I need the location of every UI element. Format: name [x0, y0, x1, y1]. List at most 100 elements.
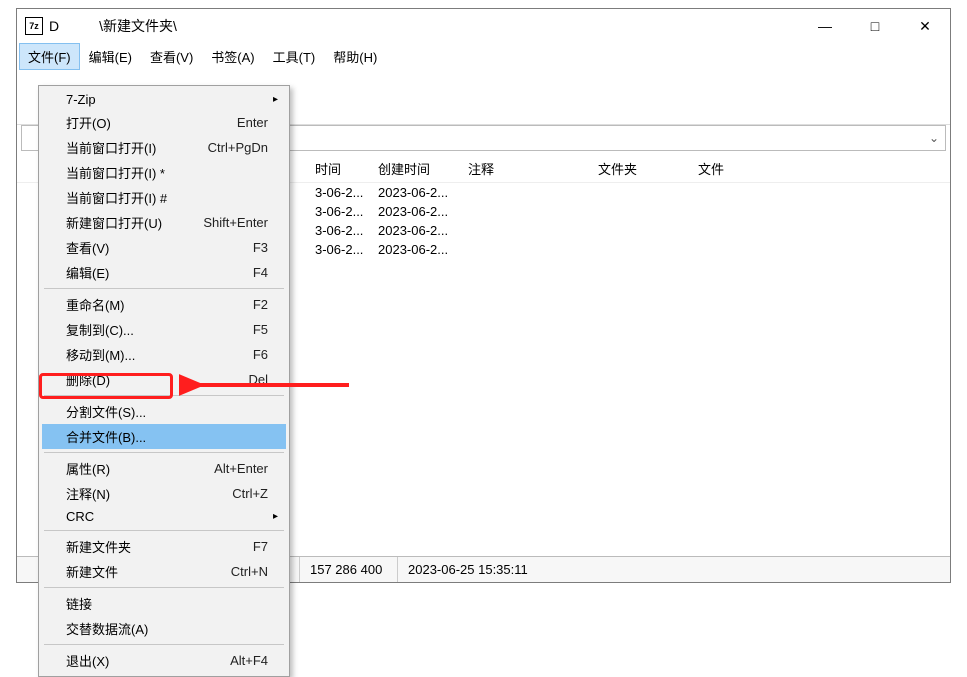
menu-item-label: 打开(O)	[66, 113, 111, 132]
menu-item-label: 交替数据流(A)	[66, 619, 148, 638]
file-menu-item[interactable]: 交替数据流(A)	[42, 616, 286, 641]
menu-item-shortcut: Ctrl+N	[231, 564, 268, 579]
menubar-item-1[interactable]: 编辑(E)	[80, 43, 141, 70]
status-size: 157 286 400	[300, 557, 398, 582]
menu-item-shortcut: Ctrl+Z	[232, 486, 268, 501]
file-menu-dropdown[interactable]: 7-Zip▸打开(O)Enter当前窗口打开(I)Ctrl+PgDn当前窗口打开…	[38, 85, 290, 677]
window-title: D \新建文件夹\	[49, 16, 800, 36]
file-menu-item[interactable]: 新建窗口打开(U) Shift+Enter	[42, 210, 286, 235]
menu-separator	[44, 288, 284, 289]
menu-item-shortcut: F5	[253, 322, 268, 337]
menu-item-shortcut: Alt+Enter	[214, 461, 268, 476]
title-redacted	[59, 19, 99, 31]
col-folders[interactable]: 文件夹	[590, 159, 690, 178]
menubar-item-0[interactable]: 文件(F)	[19, 43, 80, 70]
menubar-item-2[interactable]: 查看(V)	[141, 43, 202, 70]
menubar: 文件(F)编辑(E)查看(V)书签(A)工具(T)帮助(H)	[17, 43, 950, 70]
menu-item-label: 7-Zip	[66, 92, 96, 107]
cell-modified: 3-06-2...	[307, 204, 370, 219]
cell-created: 2023-06-2...	[370, 223, 460, 238]
file-menu-item[interactable]: 新建文件 Ctrl+N	[42, 559, 286, 584]
menu-separator	[44, 530, 284, 531]
cell-modified: 3-06-2...	[307, 242, 370, 257]
file-menu-item[interactable]: 注释(N) Ctrl+Z	[42, 481, 286, 506]
menu-item-label: 分割文件(S)...	[66, 402, 146, 421]
file-menu-item[interactable]: CRC ▸	[42, 506, 286, 527]
col-created[interactable]: 创建时间	[370, 159, 460, 178]
menu-item-shortcut: Del	[248, 372, 268, 387]
title-folder: \新建文件夹\	[99, 18, 177, 34]
minimize-button[interactable]: —	[800, 9, 850, 43]
menu-item-shortcut: Shift+Enter	[203, 215, 268, 230]
menu-item-label: 移动到(M)...	[66, 345, 135, 364]
file-menu-item[interactable]: 分割文件(S)...	[42, 399, 286, 424]
close-button[interactable]: ✕	[900, 9, 950, 43]
file-menu-item[interactable]: 重命名(M) F2	[42, 292, 286, 317]
titlebar: 7z D \新建文件夹\ — □ ✕	[17, 9, 950, 43]
menu-item-label: 退出(X)	[66, 651, 109, 670]
menu-item-shortcut: F4	[253, 265, 268, 280]
table-row[interactable]: 3-06-2...2023-06-2...	[307, 221, 950, 240]
menu-separator	[44, 587, 284, 588]
col-files[interactable]: 文件	[690, 159, 790, 178]
file-menu-item[interactable]: 属性(R)Alt+Enter	[42, 456, 286, 481]
menu-item-shortcut: Enter	[237, 115, 268, 130]
table-row[interactable]: 3-06-2...2023-06-2...	[307, 202, 950, 221]
menu-item-label: 复制到(C)...	[66, 320, 134, 339]
menu-item-shortcut: F2	[253, 297, 268, 312]
file-menu-item[interactable]: 当前窗口打开(I) #	[42, 185, 286, 210]
menu-item-label: CRC	[66, 509, 94, 524]
cell-modified: 3-06-2...	[307, 223, 370, 238]
cell-created: 2023-06-2...	[370, 242, 460, 257]
chevron-right-icon: ▸	[273, 94, 278, 105]
menu-item-label: 当前窗口打开(I) #	[66, 188, 167, 207]
file-menu-item[interactable]: 7-Zip ▸	[42, 89, 286, 110]
file-menu-item[interactable]: 退出(X) Alt+F4	[42, 648, 286, 673]
chevron-right-icon: ▸	[273, 511, 278, 522]
menu-item-label: 当前窗口打开(I)	[66, 138, 156, 157]
app-icon: 7z	[25, 17, 43, 35]
menu-item-label: 删除(D)	[66, 370, 110, 389]
menu-item-label: 新建窗口打开(U)	[66, 213, 162, 232]
file-menu-item[interactable]: 当前窗口打开(I) *	[42, 160, 286, 185]
cell-created: 2023-06-2...	[370, 185, 460, 200]
file-menu-item[interactable]: 当前窗口打开(I) Ctrl+PgDn	[42, 135, 286, 160]
menu-item-label: 新建文件	[66, 562, 118, 581]
menu-item-label: 当前窗口打开(I) *	[66, 163, 165, 182]
menu-item-label: 新建文件夹	[66, 537, 131, 556]
title-drive: D	[49, 18, 59, 34]
file-menu-item[interactable]: 查看(V)F3	[42, 235, 286, 260]
menu-separator	[44, 395, 284, 396]
col-comment[interactable]: 注释	[460, 159, 590, 178]
menu-item-shortcut: Ctrl+PgDn	[208, 140, 268, 155]
file-menu-item[interactable]: 合并文件(B)...	[42, 424, 286, 449]
file-menu-item[interactable]: 打开(O) Enter	[42, 110, 286, 135]
col-modified[interactable]: 时间	[307, 159, 370, 178]
maximize-button[interactable]: □	[850, 9, 900, 43]
menu-item-label: 链接	[66, 594, 92, 613]
file-menu-item[interactable]: 新建文件夹 F7	[42, 534, 286, 559]
menu-item-shortcut: F7	[253, 539, 268, 554]
menu-item-shortcut: F6	[253, 347, 268, 362]
file-menu-item[interactable]: 删除(D) Del	[42, 367, 286, 392]
file-menu-item[interactable]: 移动到(M)... F6	[42, 342, 286, 367]
file-menu-item[interactable]: 链接	[42, 591, 286, 616]
menu-item-label: 查看(V)	[66, 238, 109, 257]
file-menu-item[interactable]: 复制到(C)... F5	[42, 317, 286, 342]
menu-separator	[44, 644, 284, 645]
file-menu-item[interactable]: 编辑(E) F4	[42, 260, 286, 285]
chevron-down-icon[interactable]: ⌄	[929, 131, 939, 145]
table-row[interactable]: 3-06-2...2023-06-2...	[307, 240, 950, 259]
cell-modified: 3-06-2...	[307, 185, 370, 200]
menubar-item-3[interactable]: 书签(A)	[202, 43, 263, 70]
cell-created: 2023-06-2...	[370, 204, 460, 219]
menu-item-shortcut: Alt+F4	[230, 653, 268, 668]
window-controls: — □ ✕	[800, 9, 950, 43]
menu-item-label: 注释(N)	[66, 484, 110, 503]
menu-item-label: 编辑(E)	[66, 263, 109, 282]
menu-item-label: 重命名(M)	[66, 295, 125, 314]
menubar-item-4[interactable]: 工具(T)	[264, 43, 325, 70]
menubar-item-5[interactable]: 帮助(H)	[324, 43, 386, 70]
table-row[interactable]: 3-06-2...2023-06-2...	[307, 183, 950, 202]
menu-item-label: 合并文件(B)...	[66, 427, 146, 446]
